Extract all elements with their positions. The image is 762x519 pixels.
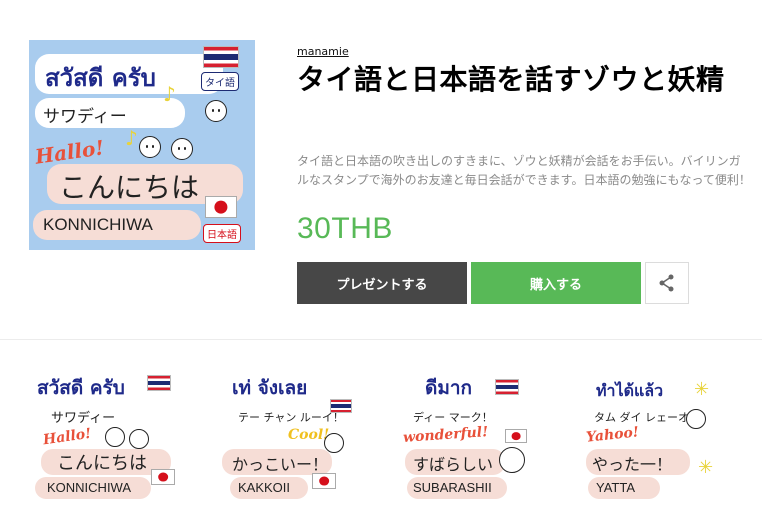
sticker-thai-text: เท่ จังเลย: [232, 377, 308, 399]
thai-flag-icon: [147, 375, 171, 391]
music-note-icon: ♪: [125, 126, 138, 150]
fairy-icon: [205, 100, 227, 122]
main-thai-text: สวัสดี ครับ: [45, 64, 156, 92]
gift-button[interactable]: プレゼントする: [297, 262, 467, 304]
share-icon: [659, 274, 674, 292]
main-romaji-text: KONNICHIWA: [43, 215, 153, 234]
sticker-reading-text: サワディー: [51, 411, 116, 426]
japan-flag-icon: [205, 196, 237, 218]
share-button[interactable]: [645, 262, 689, 304]
sticker-exclaim-text: Hallo!: [42, 425, 93, 449]
sticker-romaji-text: SUBARASHII: [413, 480, 492, 495]
sticker-exclaim-text: Cool!: [288, 427, 330, 443]
sticker-thai-text: ทำได้แล้ว: [596, 381, 664, 400]
sticker-jp-text: かっこいー！: [232, 455, 329, 474]
thai-flag-icon: [203, 46, 239, 68]
sticker-preview[interactable]: ทำได้แล้ว タム ダイ レェーオ！ Yahoo! ✳ ✳ やった一！ Y…: [578, 369, 728, 504]
sticker-reading-text: タム ダイ レェーオ！: [594, 411, 700, 424]
main-katakana-text: サワディー: [43, 107, 127, 127]
product-description: タイ語と日本語の吹き出しのすきまに、ゾウと妖精が会話をお手伝い。バイリンガルなス…: [297, 154, 751, 187]
sticker-thai-text: สวัสดี ครับ: [37, 377, 125, 399]
thai-flag-icon: [330, 399, 352, 413]
sticker-exclaim-text: wonderful!: [402, 424, 489, 446]
elephant-icon: [105, 427, 125, 447]
music-note-icon: ♪: [163, 82, 176, 106]
sticker-reading-text: テー チャン ルーイ！: [238, 411, 344, 424]
fairy-icon: [129, 429, 149, 449]
sticker-preview[interactable]: สวัสดี ครับ サワディー Hallo! こんにちは KONNICHIW…: [35, 369, 185, 504]
thai-flag-icon: [495, 379, 519, 395]
sticker-thai-text: ดีมาก: [425, 377, 473, 399]
sparkle-icon: ✳: [694, 379, 710, 400]
buy-button[interactable]: 購入する: [471, 262, 641, 304]
fairy-icon: [324, 433, 344, 453]
japan-flag-icon: [505, 429, 527, 443]
sticker-jp-text: こんにちは: [57, 453, 147, 474]
sticker-romaji-text: YATTA: [596, 480, 635, 495]
product-main-image: สวัสดี ครับ タイ語 サワディー ♪ ♪ Hallo! こんにちは K…: [29, 40, 255, 250]
product-title: タイ語と日本語を話すゾウと妖精: [297, 63, 725, 96]
fairy-icon: [171, 138, 193, 160]
section-divider: [0, 339, 762, 340]
sticker-jp-text: すばらしい: [413, 455, 494, 474]
sticker-preview[interactable]: ดีมาก ディー マーク！ wonderful! すばらしい SUBARASH…: [395, 369, 545, 504]
elephant-icon: [499, 447, 525, 473]
sticker-romaji-text: KAKKOII: [238, 480, 291, 495]
elephant-icon: [139, 136, 161, 158]
sticker-preview[interactable]: เท่ จังเลย テー チャン ルーイ！ Cool! かっこいー！ KAKK…: [212, 369, 362, 504]
japan-flag-icon: [151, 469, 175, 485]
sticker-jp-text: やった一！: [592, 455, 673, 474]
japanese-language-tag: 日本語: [203, 224, 241, 243]
sticker-exclaim-text: Yahoo!: [585, 424, 640, 446]
product-price: 30THB: [297, 212, 393, 245]
author-link[interactable]: manamie: [297, 45, 349, 58]
japan-flag-icon: [312, 473, 336, 489]
fairy-icon: [686, 409, 706, 429]
sticker-romaji-text: KONNICHIWA: [47, 480, 132, 495]
sticker-reading-text: ディー マーク！: [413, 411, 493, 424]
thai-language-tag: タイ語: [201, 72, 239, 91]
main-hiragana-text: こんにちは: [59, 171, 200, 204]
sparkle-icon: ✳: [698, 457, 714, 478]
